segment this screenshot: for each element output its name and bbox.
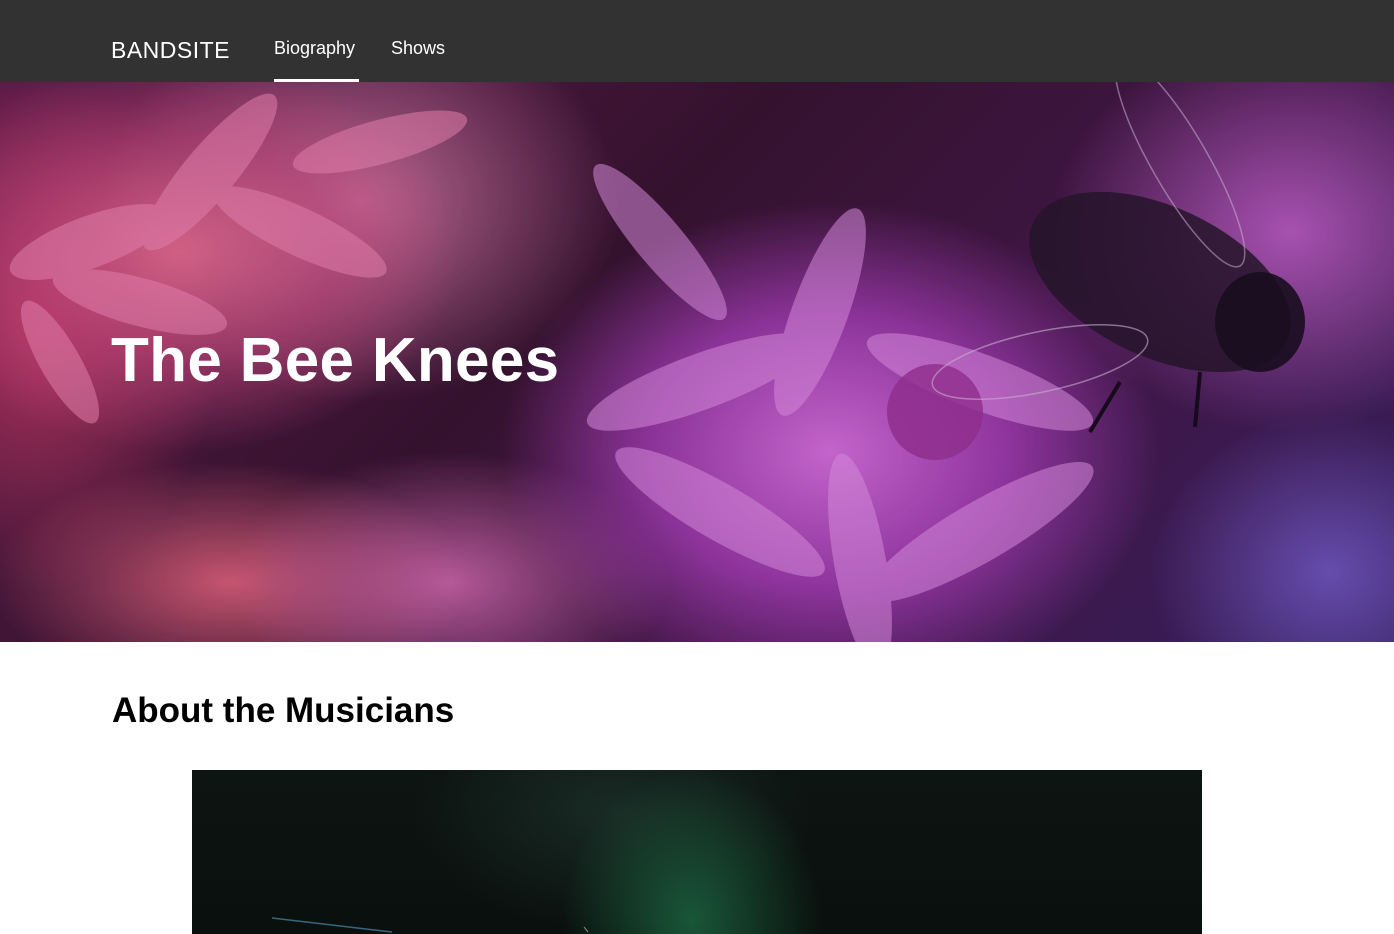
musicians-photo [192,770,1202,934]
nav-link-biography[interactable]: Biography [274,36,359,82]
about-musicians-heading: About the Musicians [112,691,455,730]
bandsite-logo[interactable]: BANDSITE [111,36,230,64]
hero-title: The Bee Knees [111,326,560,395]
nav-link-shows[interactable]: Shows [391,36,447,82]
hero-banner: The Bee Knees [0,82,1394,642]
top-navigation-bar: BANDSITE Biography Shows [0,0,1394,82]
musicians-photo-light-streaks [271,917,589,933]
